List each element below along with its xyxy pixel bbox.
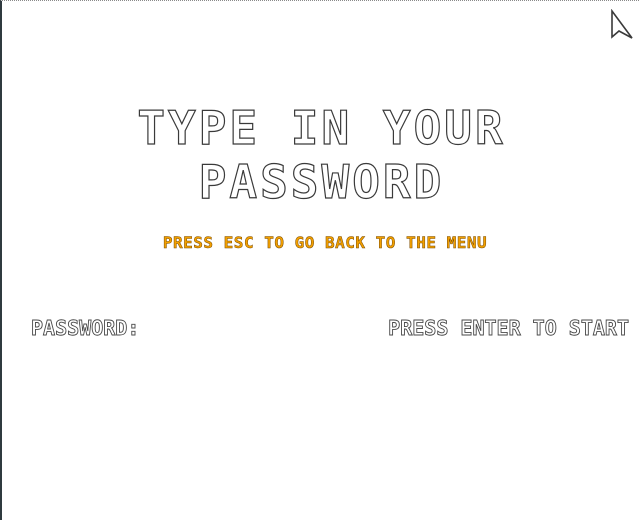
game-screen: TYPE IN YOUR PASSWORD PRESS ESC TO GO BA… [0,0,639,520]
enter-hint: PRESS ENTER TO START [388,316,630,341]
password-input[interactable] [162,316,362,340]
mouse-pointer-icon [611,9,633,39]
password-label: PASSWORD: [31,316,140,341]
screen-title: TYPE IN YOUR PASSWORD [137,100,506,209]
esc-hint: PRESS ESC TO GO BACK TO THE MENU [162,233,488,253]
